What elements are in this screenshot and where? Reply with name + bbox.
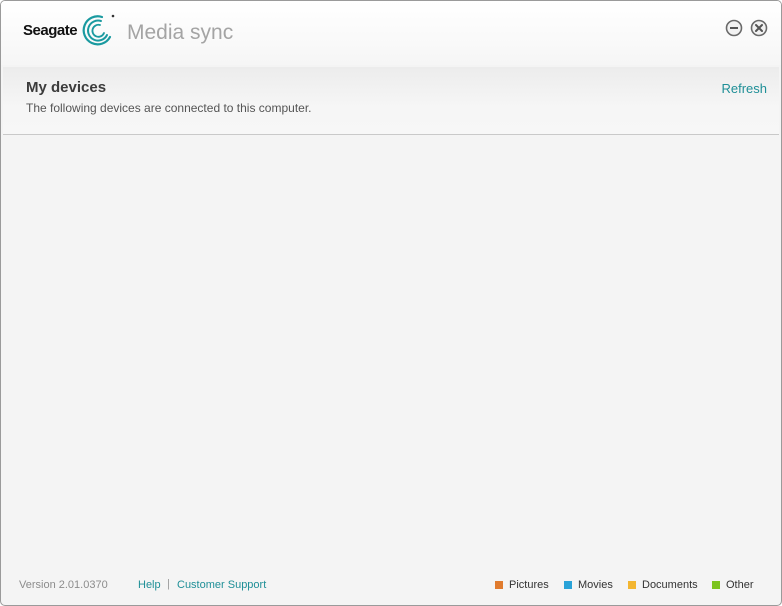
title-bar[interactable]: Seagate Media sync <box>1 1 781 65</box>
minimize-circle-icon[interactable] <box>725 19 743 37</box>
legend-pictures: Pictures <box>495 579 549 591</box>
legend-label: Documents <box>642 579 698 591</box>
section-title: My devices <box>26 79 107 96</box>
legend-other: Other <box>712 579 754 591</box>
legend-movies: Movies <box>564 579 613 591</box>
version-text: Version 2.01.0370 <box>19 579 108 591</box>
legend-swatch <box>495 581 503 589</box>
media-sync-window: Seagate Media sync My devices The follow… <box>0 0 782 606</box>
footer: Version 2.01.0370 Help | Customer Suppor… <box>1 571 781 601</box>
legend-label: Movies <box>578 579 613 591</box>
close-circle-icon[interactable] <box>750 19 768 37</box>
legend-swatch <box>628 581 636 589</box>
help-link[interactable]: Help <box>138 579 161 591</box>
legend-label: Other <box>726 579 754 591</box>
legend-swatch <box>564 581 572 589</box>
logo-wordmark: Seagate <box>23 21 78 39</box>
legend-documents: Documents <box>628 579 698 591</box>
legend-swatch <box>712 581 720 589</box>
footer-separator: | <box>167 578 170 590</box>
device-list-area <box>3 135 779 565</box>
legend-label: Pictures <box>509 579 549 591</box>
seagate-logo: Seagate <box>23 13 116 47</box>
seagate-swirl-icon <box>82 14 115 46</box>
app-title: Media sync <box>127 21 234 44</box>
devices-header: My devices The following devices are con… <box>3 67 779 135</box>
refresh-link[interactable]: Refresh <box>721 81 767 96</box>
customer-support-link[interactable]: Customer Support <box>177 579 266 591</box>
section-description: The following devices are connected to t… <box>26 101 312 115</box>
